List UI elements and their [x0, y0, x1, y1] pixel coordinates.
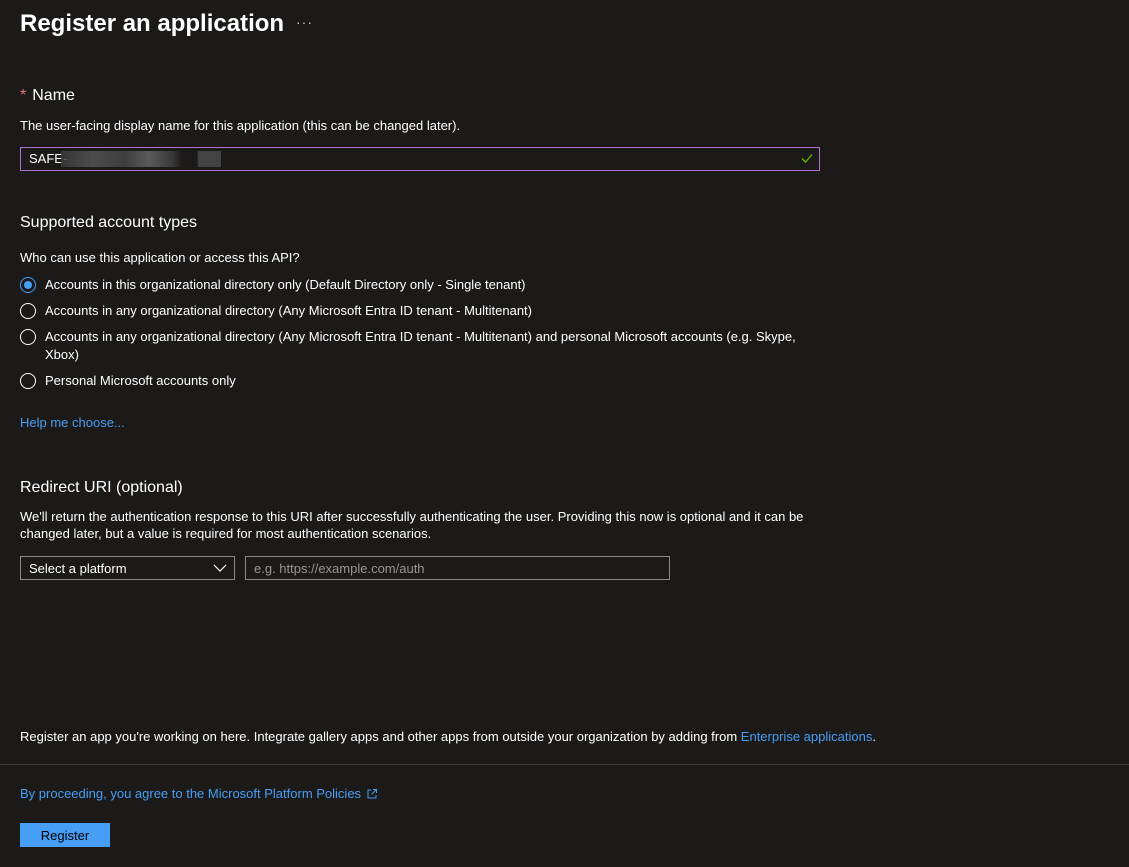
account-types-question: Who can use this application or access t… [20, 250, 300, 265]
required-marker: * [20, 87, 27, 104]
enterprise-note-text: Register an app you're working on here. … [20, 729, 741, 744]
name-label: * Name [20, 85, 75, 107]
radio-label: Personal Microsoft accounts only [45, 373, 236, 388]
check-icon [801, 154, 813, 163]
account-option-multitenant[interactable]: Accounts in any organizational directory… [20, 303, 820, 320]
divider [0, 764, 1129, 765]
account-types-heading: Supported account types [20, 214, 198, 231]
name-input[interactable]: SAFE- [20, 147, 820, 171]
platform-select-value: Select a platform [29, 561, 127, 576]
account-option-single-tenant[interactable]: Accounts in this organizational director… [20, 277, 820, 294]
radio-label: Accounts in any organizational directory… [45, 303, 532, 318]
radio-button[interactable] [20, 329, 36, 345]
redirect-uri-description: We'll return the authentication response… [20, 509, 804, 541]
platform-select[interactable]: Select a platform [20, 556, 235, 580]
more-options-icon[interactable]: ··· [296, 14, 313, 30]
redirect-uri-heading: Redirect URI (optional) [20, 479, 183, 496]
platform-policies-link-text[interactable]: By proceeding, you agree to the Microsof… [20, 786, 361, 801]
account-option-personal-only[interactable]: Personal Microsoft accounts only [20, 373, 820, 390]
register-button[interactable]: Register [20, 823, 110, 847]
redirect-uri-field[interactable] [246, 557, 654, 579]
help-me-choose-link[interactable]: Help me choose... [20, 415, 125, 430]
chevron-down-icon [213, 564, 227, 572]
radio-button[interactable] [20, 303, 36, 319]
redacted-region [61, 151, 221, 167]
name-description: The user-facing display name for this ap… [20, 118, 461, 133]
page-title: Register an application [20, 10, 285, 37]
external-link-icon [367, 788, 378, 798]
account-option-multitenant-personal[interactable]: Accounts in any organizational directory… [20, 329, 820, 364]
enterprise-note-suffix: . [872, 729, 876, 744]
enterprise-note: Register an app you're working on here. … [20, 728, 876, 745]
name-label-text: Name [32, 87, 75, 104]
enterprise-applications-link[interactable]: Enterprise applications [741, 729, 873, 744]
platform-policies-link[interactable]: By proceeding, you agree to the Microsof… [20, 786, 378, 801]
radio-label: Accounts in this organizational director… [45, 277, 526, 292]
radio-button[interactable] [20, 373, 36, 389]
redirect-uri-input[interactable] [245, 556, 670, 580]
radio-label: Accounts in any organizational directory… [45, 329, 796, 362]
radio-button[interactable] [20, 277, 36, 293]
